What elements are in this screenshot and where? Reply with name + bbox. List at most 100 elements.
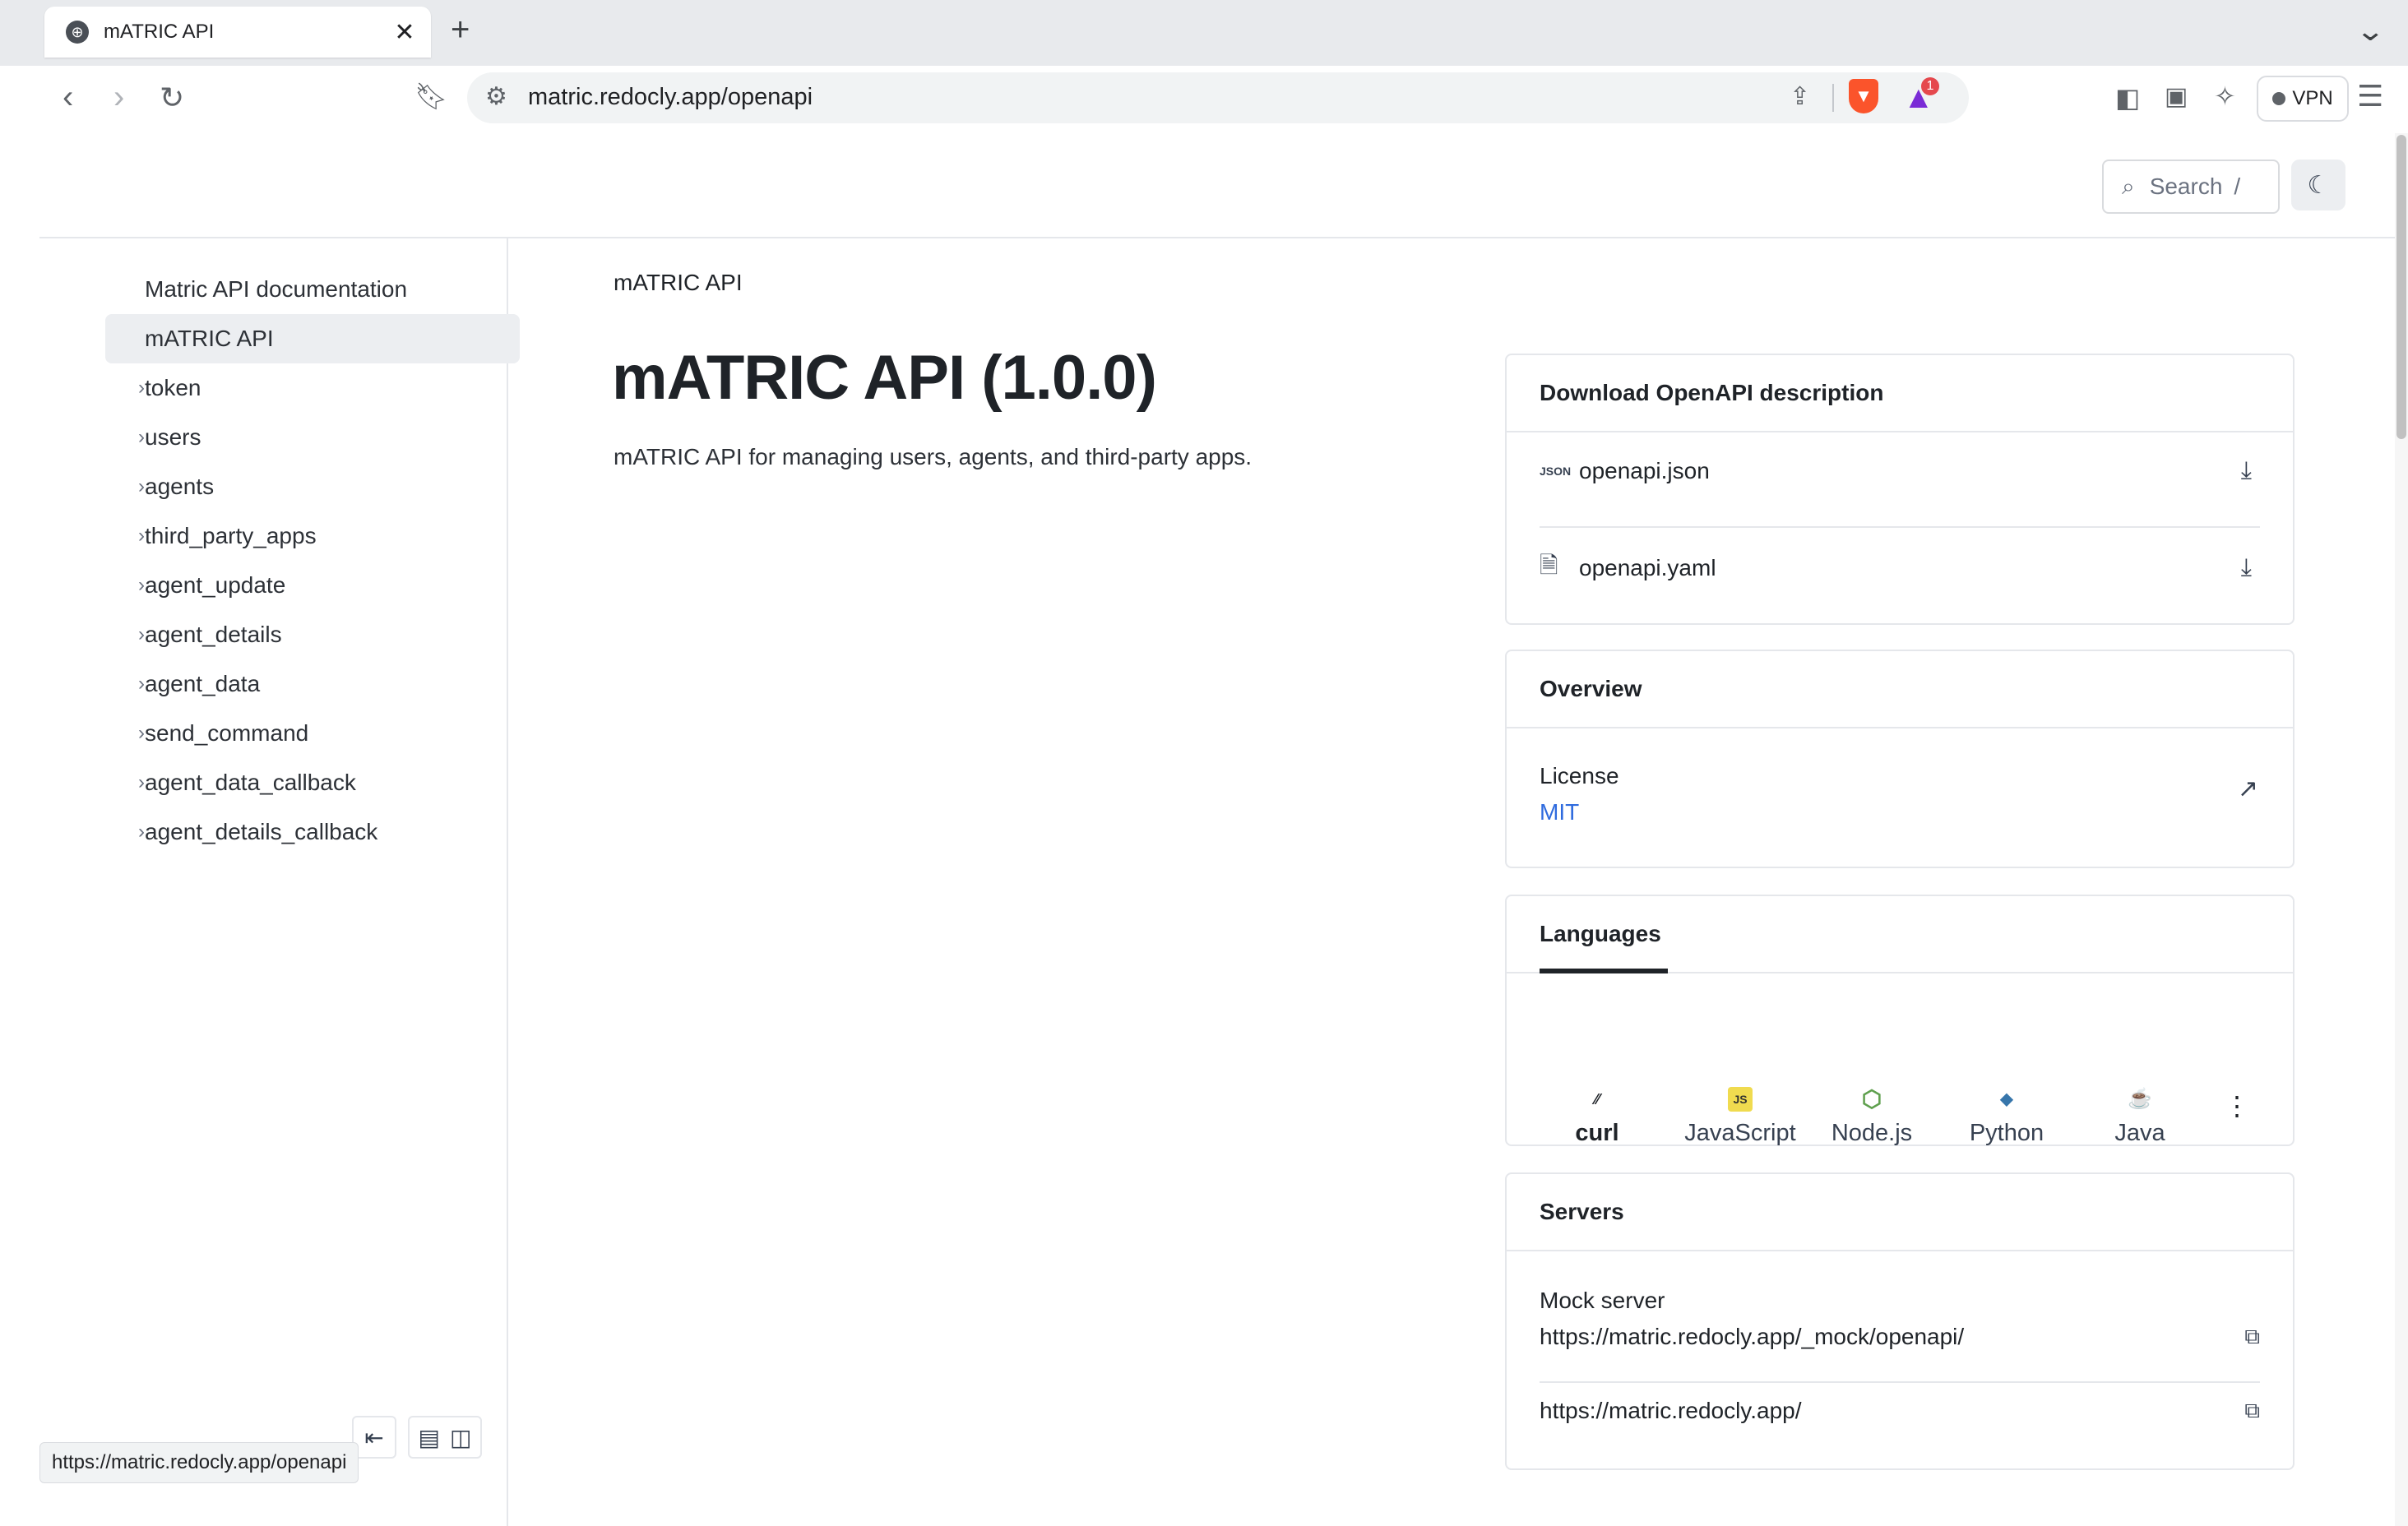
sidebar-item-label: agent_details: [145, 622, 282, 647]
status-bar-url: https://matric.redocly.app/openapi: [39, 1442, 359, 1483]
sidebar-item-users[interactable]: › users: [105, 413, 520, 462]
stacked-layout-icon[interactable]: ▤: [419, 1424, 440, 1451]
breadcrumb[interactable]: mATRIC API: [614, 270, 743, 296]
download-icon[interactable]: ⤓: [2241, 554, 2252, 582]
sidebar-toggle-icon[interactable]: ◧: [2115, 82, 2140, 113]
download-card: Download OpenAPI description JSON openap…: [1505, 354, 2295, 625]
file-icon: 🗎: [1540, 553, 1558, 578]
servers-card: Servers Mock server https://matric.redoc…: [1505, 1172, 2295, 1470]
download-openapi-yaml[interactable]: 🗎 openapi.yaml ⤓: [1540, 528, 2260, 608]
language-label: JavaScript: [1684, 1120, 1796, 1146]
chevron-right-icon: ›: [138, 426, 145, 448]
search-icon: ⌕: [2122, 173, 2135, 199]
sidebar-item-documentation[interactable]: Matric API documentation: [105, 265, 520, 314]
address-bar[interactable]: ⚙ matric.redocly.app/openapi ⇪ ▼ ▲ 1: [467, 72, 1969, 123]
two-column-layout-icon[interactable]: ◫: [450, 1424, 471, 1451]
sidebar-item-agent-data[interactable]: › agent_data: [105, 659, 520, 709]
language-label: Node.js: [1831, 1120, 1913, 1146]
theme-toggle-button[interactable]: ☾: [2291, 160, 2345, 210]
sidebar-item-label: users: [145, 424, 201, 450]
language-java[interactable]: ☕ Java: [2082, 1087, 2197, 1147]
leo-ai-icon[interactable]: ✧: [2214, 81, 2236, 112]
sidebar-item-matric-api[interactable]: mATRIC API: [105, 314, 520, 363]
menu-icon[interactable]: ☰: [2357, 79, 2383, 113]
vpn-label: VPN: [2292, 87, 2333, 109]
overview-card-title: Overview: [1540, 676, 1642, 701]
bookmark-icon[interactable]: 🔖︎: [414, 81, 448, 112]
download-openapi-json[interactable]: JSON openapi.json ⤓: [1540, 431, 2260, 511]
sidebar-item-send-command[interactable]: › send_command: [105, 709, 520, 758]
license-link[interactable]: MIT: [1540, 799, 1579, 825]
sidebar-item-label: third_party_apps: [145, 523, 317, 548]
chevron-right-icon: ›: [138, 673, 145, 695]
chevron-right-icon: ›: [138, 722, 145, 744]
sidebar-item-token[interactable]: › token: [105, 363, 520, 413]
server-url[interactable]: https://matric.redocly.app/_mock/openapi…: [1540, 1324, 1964, 1350]
copy-icon[interactable]: ⧉: [2244, 1398, 2260, 1424]
languages-tab-underline: [1540, 969, 1668, 973]
sidebar-item-label: send_command: [145, 720, 309, 746]
sidebar-item-label: agent_data: [145, 671, 261, 696]
sidebar-nav: Matric API documentation mATRIC API › to…: [39, 238, 520, 1526]
language-nodejs[interactable]: ⬡ Node.js: [1814, 1087, 1929, 1147]
sidebar-item-label: agent_details_callback: [145, 819, 378, 844]
file-name: openapi.yaml: [1579, 555, 1716, 580]
copy-icon[interactable]: ⧉: [2244, 1324, 2260, 1350]
chevron-right-icon: ›: [138, 525, 145, 547]
chevron-right-icon: ›: [138, 623, 145, 645]
chevron-right-icon: ›: [138, 377, 145, 399]
nodejs-icon: ⬡: [1861, 1086, 1882, 1112]
search-shortcut: /: [2234, 173, 2241, 199]
share-icon[interactable]: ⇪: [1790, 82, 1810, 111]
sidebar-item-agent-details-callback[interactable]: › agent_details_callback: [105, 807, 520, 857]
collapse-sidebar-button[interactable]: ⇤: [352, 1416, 396, 1459]
back-icon[interactable]: ‹: [63, 79, 73, 116]
page-title: mATRIC API (1.0.0): [612, 343, 1157, 413]
site-settings-icon[interactable]: ⚙: [485, 82, 507, 111]
layout-toggle-button[interactable]: ▤ ◫: [408, 1416, 482, 1459]
javascript-icon: JS: [1728, 1087, 1753, 1112]
license-label: License: [1540, 763, 1619, 788]
external-link-icon[interactable]: ↗: [2238, 775, 2258, 803]
collapse-sidebar-icon: ⇤: [364, 1424, 384, 1450]
scrollbar-thumb[interactable]: [2396, 135, 2406, 439]
tab-list-chevron-icon[interactable]: ⌄: [2355, 15, 2386, 48]
language-curl[interactable]: ⁄⁄ curl: [1540, 1087, 1655, 1147]
divider: [1540, 1381, 2260, 1383]
server-label: Mock server: [1540, 1288, 1665, 1313]
sidebar-item-label: mATRIC API: [145, 326, 274, 351]
more-languages-icon[interactable]: ⋮: [2224, 1090, 2250, 1121]
languages-tab[interactable]: Languages: [1540, 921, 1661, 947]
reload-icon[interactable]: ↻: [160, 81, 184, 115]
page-edge: [0, 133, 39, 1526]
new-tab-button[interactable]: +: [451, 12, 470, 49]
sidebar-item-third-party-apps[interactable]: › third_party_apps: [105, 511, 520, 561]
sidebar-item-agent-details[interactable]: › agent_details: [105, 610, 520, 659]
search-placeholder: Search: [2149, 173, 2223, 199]
sidebar-item-agent-data-callback[interactable]: › agent_data_callback: [105, 758, 520, 807]
sidebar-item-label: agent_data_callback: [145, 770, 356, 795]
browser-tab[interactable]: ⊕ mATRIC API ✕: [44, 7, 431, 58]
java-icon: ☕: [2128, 1088, 2152, 1110]
language-javascript[interactable]: JS JavaScript: [1674, 1087, 1806, 1147]
search-input[interactable]: ⌕ Search /: [2102, 160, 2280, 214]
close-tab-icon[interactable]: ✕: [390, 18, 419, 47]
url-text[interactable]: matric.redocly.app/openapi: [528, 84, 813, 111]
page-description: mATRIC API for managing users, agents, a…: [614, 444, 1253, 469]
sidebar-item-agents[interactable]: › agents: [105, 462, 520, 511]
server-url[interactable]: https://matric.redocly.app/: [1540, 1398, 1802, 1424]
sidebar-item-agent-update[interactable]: › agent_update: [105, 561, 520, 610]
download-card-title: Download OpenAPI description: [1540, 380, 1884, 405]
tab-title: mATRIC API: [104, 21, 215, 43]
language-label: Java: [2114, 1120, 2165, 1146]
wallet-icon[interactable]: ▣: [2165, 82, 2188, 111]
chevron-right-icon: ›: [138, 821, 145, 843]
forward-icon[interactable]: ›: [113, 79, 124, 116]
file-name: openapi.json: [1579, 458, 1710, 483]
python-icon: ◆: [2000, 1090, 2013, 1108]
sidebar-item-label: agent_update: [145, 572, 286, 598]
language-python[interactable]: ◆ Python: [1949, 1087, 2064, 1147]
brave-shields-icon[interactable]: ▼: [1849, 79, 1878, 113]
download-icon[interactable]: ⤓: [2241, 457, 2252, 485]
vpn-button[interactable]: VPN: [2257, 76, 2349, 122]
